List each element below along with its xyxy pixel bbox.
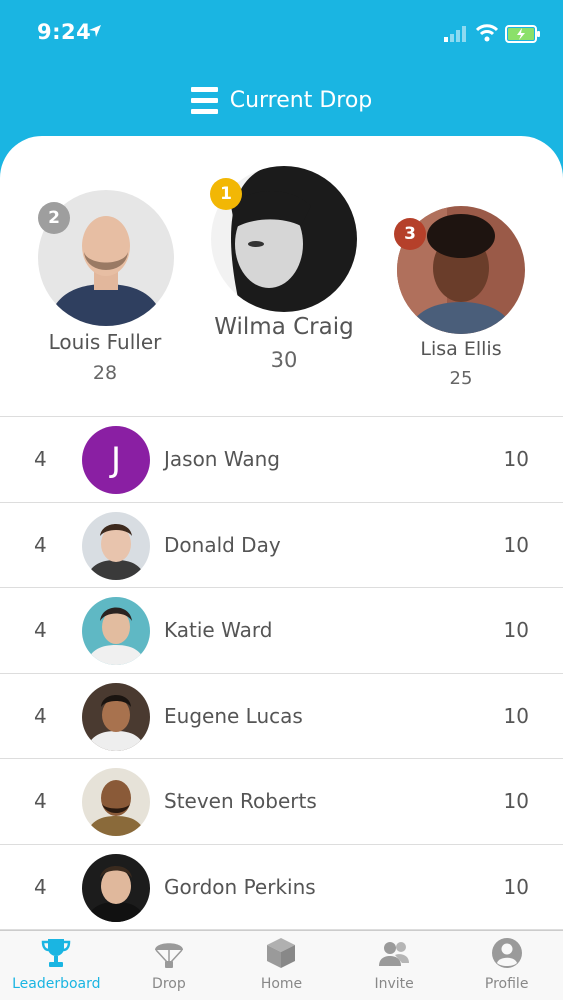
row-name: Gordon Perkins [164, 874, 316, 899]
tab-label: Profile [484, 976, 529, 992]
row-score: 10 [503, 789, 529, 813]
list-item[interactable]: 4 J Jason Wang 10 [0, 417, 563, 503]
list-item[interactable]: 4 Donald Day 10 [0, 503, 563, 588]
list-item[interactable]: 4 Eugene Lucas 10 [0, 674, 563, 759]
parachute-icon [154, 943, 183, 968]
leaderboard-list: 4 J Jason Wang 10 4 Donald Day 10 4 Kati… [0, 416, 563, 930]
trophy-icon [42, 939, 71, 967]
row-rank: 4 [34, 789, 47, 813]
podium-second[interactable]: 2 Louis Fuller 28 [30, 190, 180, 384]
avatar [82, 853, 150, 922]
battery-icon [505, 25, 540, 43]
row-name: Steven Roberts [164, 789, 317, 813]
podium-name: Lisa Ellis [420, 338, 502, 360]
avatar: J [82, 426, 150, 494]
row-rank: 4 [34, 618, 47, 642]
tab-drop[interactable]: Drop [113, 931, 226, 1000]
podium: 2 Louis Fuller 28 1 Wilma Craig 30 3 Lis… [0, 136, 563, 416]
location-arrow-icon [89, 25, 101, 37]
podium-first[interactable]: 1 Wilma Craig 30 [200, 166, 368, 372]
rank-badge: 3 [394, 218, 426, 250]
signal-icon [444, 26, 466, 42]
row-score: 10 [503, 703, 529, 728]
row-rank: 4 [34, 874, 47, 899]
tab-profile[interactable]: Profile [450, 931, 563, 1000]
row-rank: 4 [34, 447, 47, 471]
user-icon [491, 938, 522, 968]
status-bar: 9:24 [0, 0, 563, 66]
tab-label: Drop [152, 976, 186, 992]
row-name: Donald Day [164, 532, 281, 557]
avatar [82, 682, 150, 751]
podium-score: 28 [92, 362, 118, 384]
row-name: Eugene Lucas [164, 703, 303, 728]
row-score: 10 [503, 618, 529, 642]
row-score: 10 [503, 447, 529, 471]
row-score: 10 [503, 874, 529, 899]
podium-name: Louis Fuller [48, 330, 162, 354]
podium-score: 25 [449, 368, 473, 389]
content-card: 2 Louis Fuller 28 1 Wilma Craig 30 3 Lis… [0, 136, 563, 930]
podium-score: 30 [270, 348, 298, 372]
avatar-initial: J [110, 440, 122, 480]
rank-badge: 2 [38, 202, 70, 234]
tab-leaderboard[interactable]: Leaderboard [0, 931, 113, 1000]
page-title: Current Drop [229, 87, 373, 113]
avatar [82, 511, 150, 580]
tab-invite[interactable]: Invite [338, 931, 451, 1000]
tab-bar: Leaderboard Drop Home Invite Profile [0, 930, 563, 1000]
header: Current Drop [0, 80, 563, 120]
tab-label: Leaderboard [12, 976, 101, 992]
tab-label: Home [260, 976, 303, 992]
podium-third[interactable]: 3 Lisa Ellis 25 [388, 206, 534, 389]
list-item[interactable]: 4 Gordon Perkins 10 [0, 845, 563, 930]
wifi-icon [476, 24, 498, 42]
tab-home[interactable]: Home [225, 931, 338, 1000]
list-item[interactable]: 4 Katie Ward 10 [0, 588, 563, 674]
people-icon [379, 942, 410, 966]
drop-list-icon [190, 86, 218, 114]
row-score: 10 [503, 532, 529, 557]
rank-badge: 1 [210, 178, 242, 210]
status-time: 9:24 [37, 20, 92, 44]
podium-name: Wilma Craig [214, 314, 354, 340]
row-name: Jason Wang [164, 447, 280, 471]
row-rank: 4 [34, 532, 47, 557]
avatar [82, 768, 150, 836]
box-icon [267, 938, 296, 968]
list-item[interactable]: 4 Steven Roberts 10 [0, 759, 563, 845]
tab-label: Invite [374, 976, 414, 992]
avatar [82, 597, 150, 665]
row-name: Katie Ward [164, 618, 273, 642]
row-rank: 4 [34, 703, 47, 728]
